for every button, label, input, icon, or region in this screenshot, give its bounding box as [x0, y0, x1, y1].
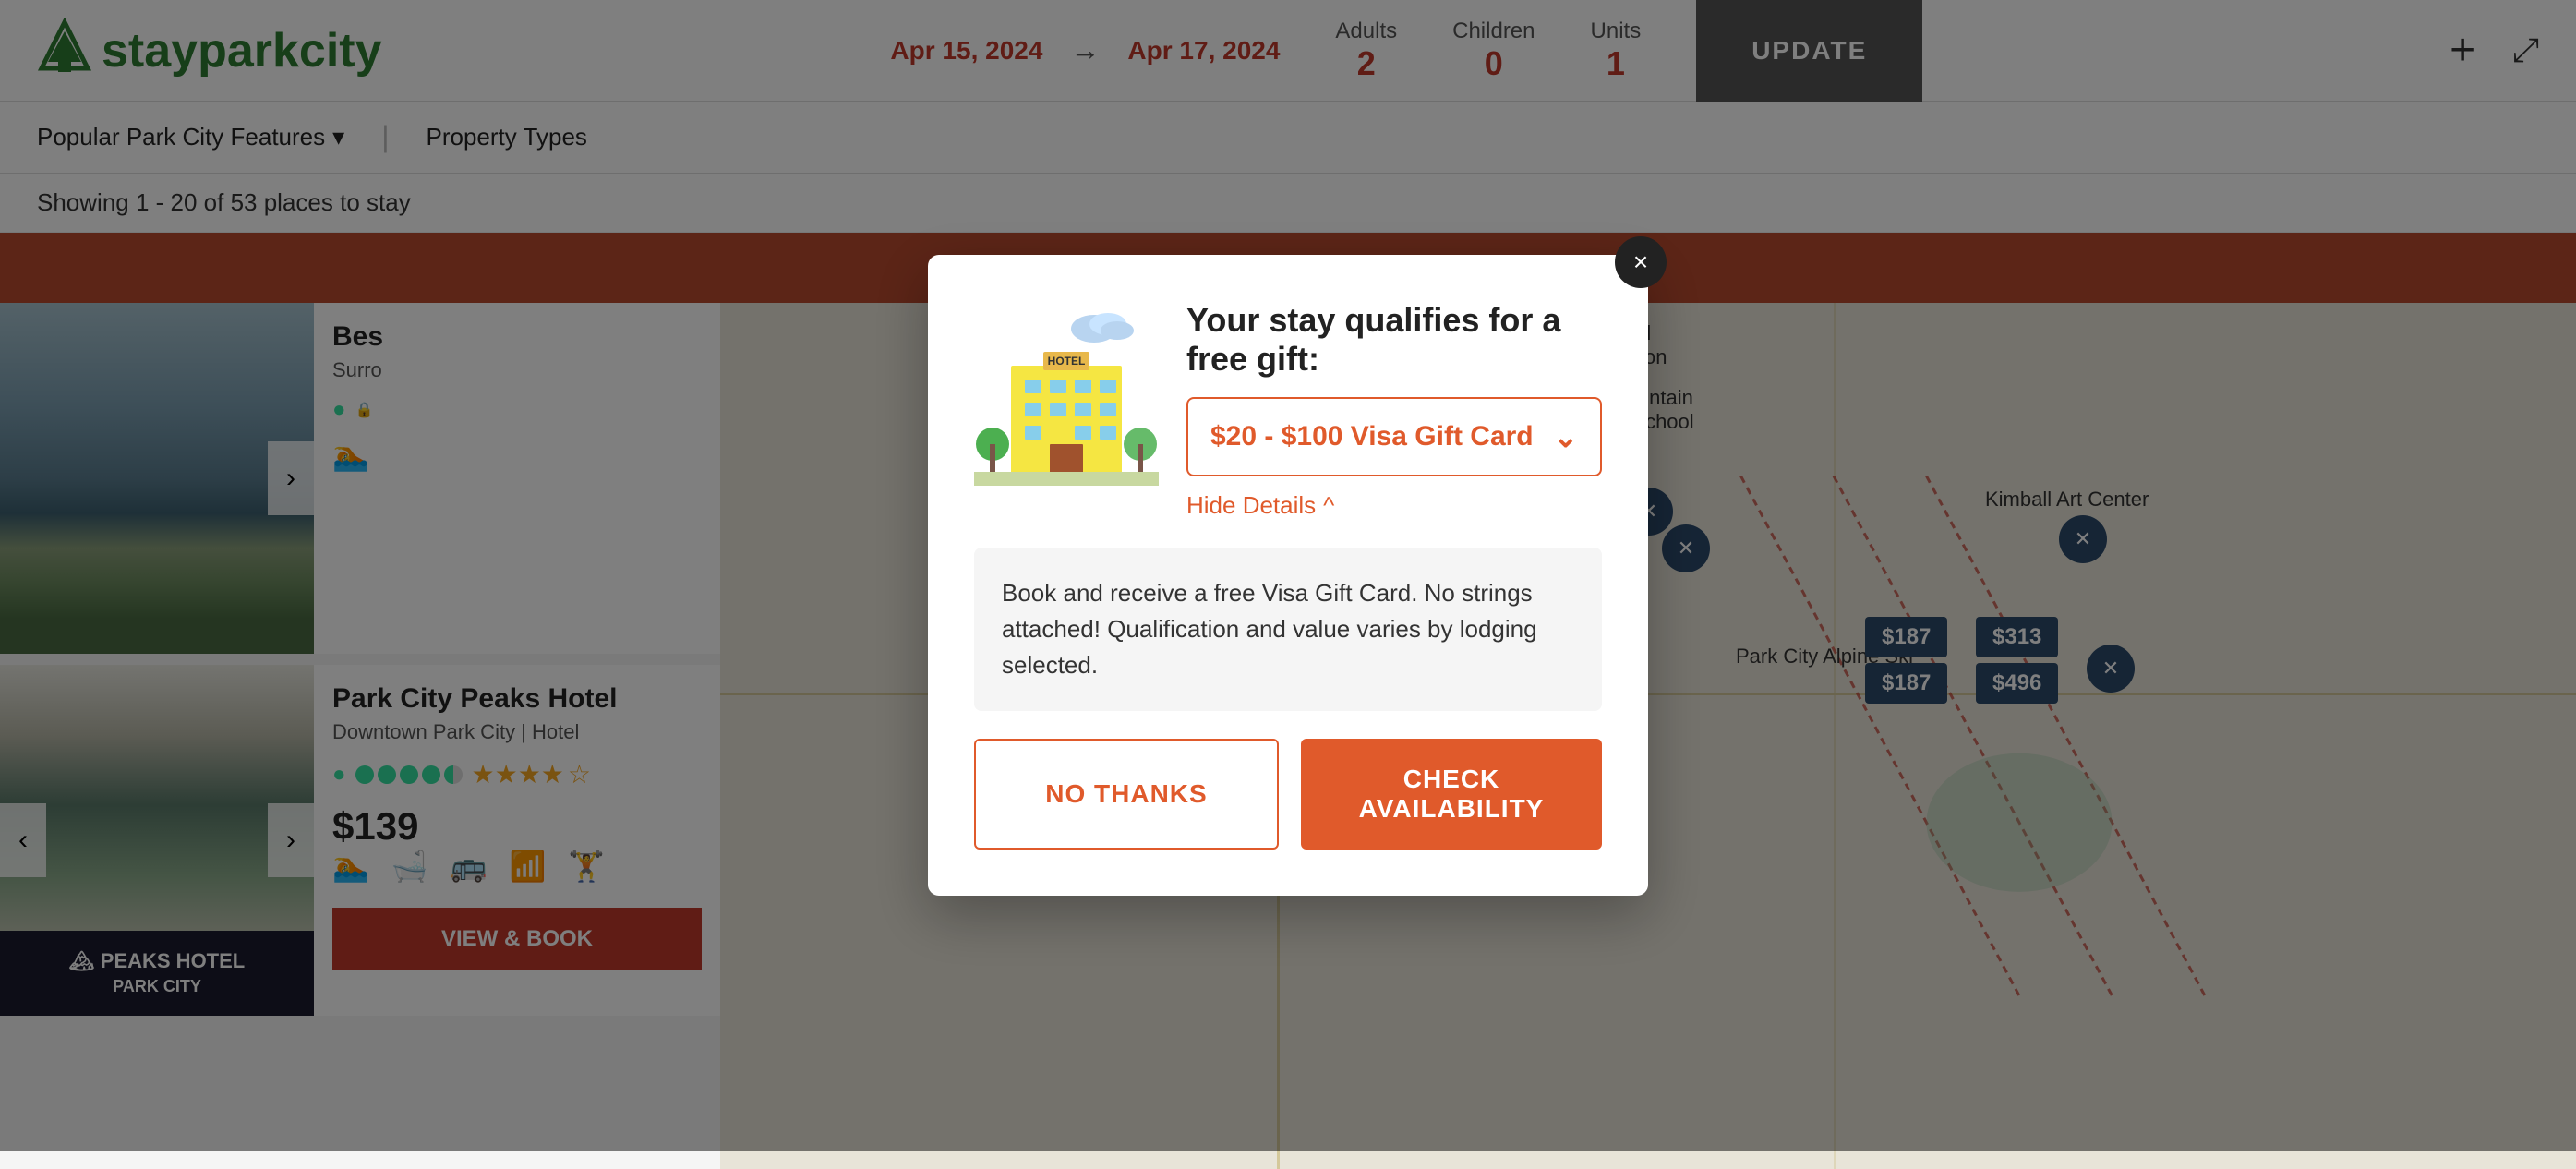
hide-details-button[interactable]: Hide Details ^ — [1186, 491, 1602, 520]
hide-details-label: Hide Details — [1186, 491, 1316, 520]
hotel-illustration: HOTEL — [974, 301, 1159, 486]
modal-right: Your stay qualifies for a free gift: $20… — [1186, 301, 1602, 520]
gift-modal: × HOTEL — [928, 255, 1648, 896]
gift-chevron-icon: ⌄ — [1553, 419, 1578, 454]
details-text: Book and receive a free Visa Gift Card. … — [1002, 579, 1537, 679]
hide-details-caret-icon: ^ — [1323, 491, 1334, 520]
svg-text:HOTEL: HOTEL — [1048, 355, 1086, 368]
gift-select-dropdown[interactable]: $20 - $100 Visa Gift Card ⌄ — [1186, 397, 1602, 476]
details-box: Book and receive a free Visa Gift Card. … — [974, 548, 1602, 711]
modal-close-button[interactable]: × — [1615, 236, 1667, 288]
no-thanks-button[interactable]: NO THANKS — [974, 739, 1279, 850]
modal-title: Your stay qualifies for a free gift: — [1186, 301, 1602, 379]
modal-overlay[interactable]: × HOTEL — [0, 0, 2576, 1151]
modal-body: HOTEL — [974, 301, 1602, 520]
modal-buttons: NO THANKS CHECK AVAILABILITY — [974, 739, 1602, 850]
gift-option-label: $20 - $100 Visa Gift Card — [1210, 421, 1534, 452]
check-availability-button[interactable]: CHECK AVAILABILITY — [1301, 739, 1602, 850]
